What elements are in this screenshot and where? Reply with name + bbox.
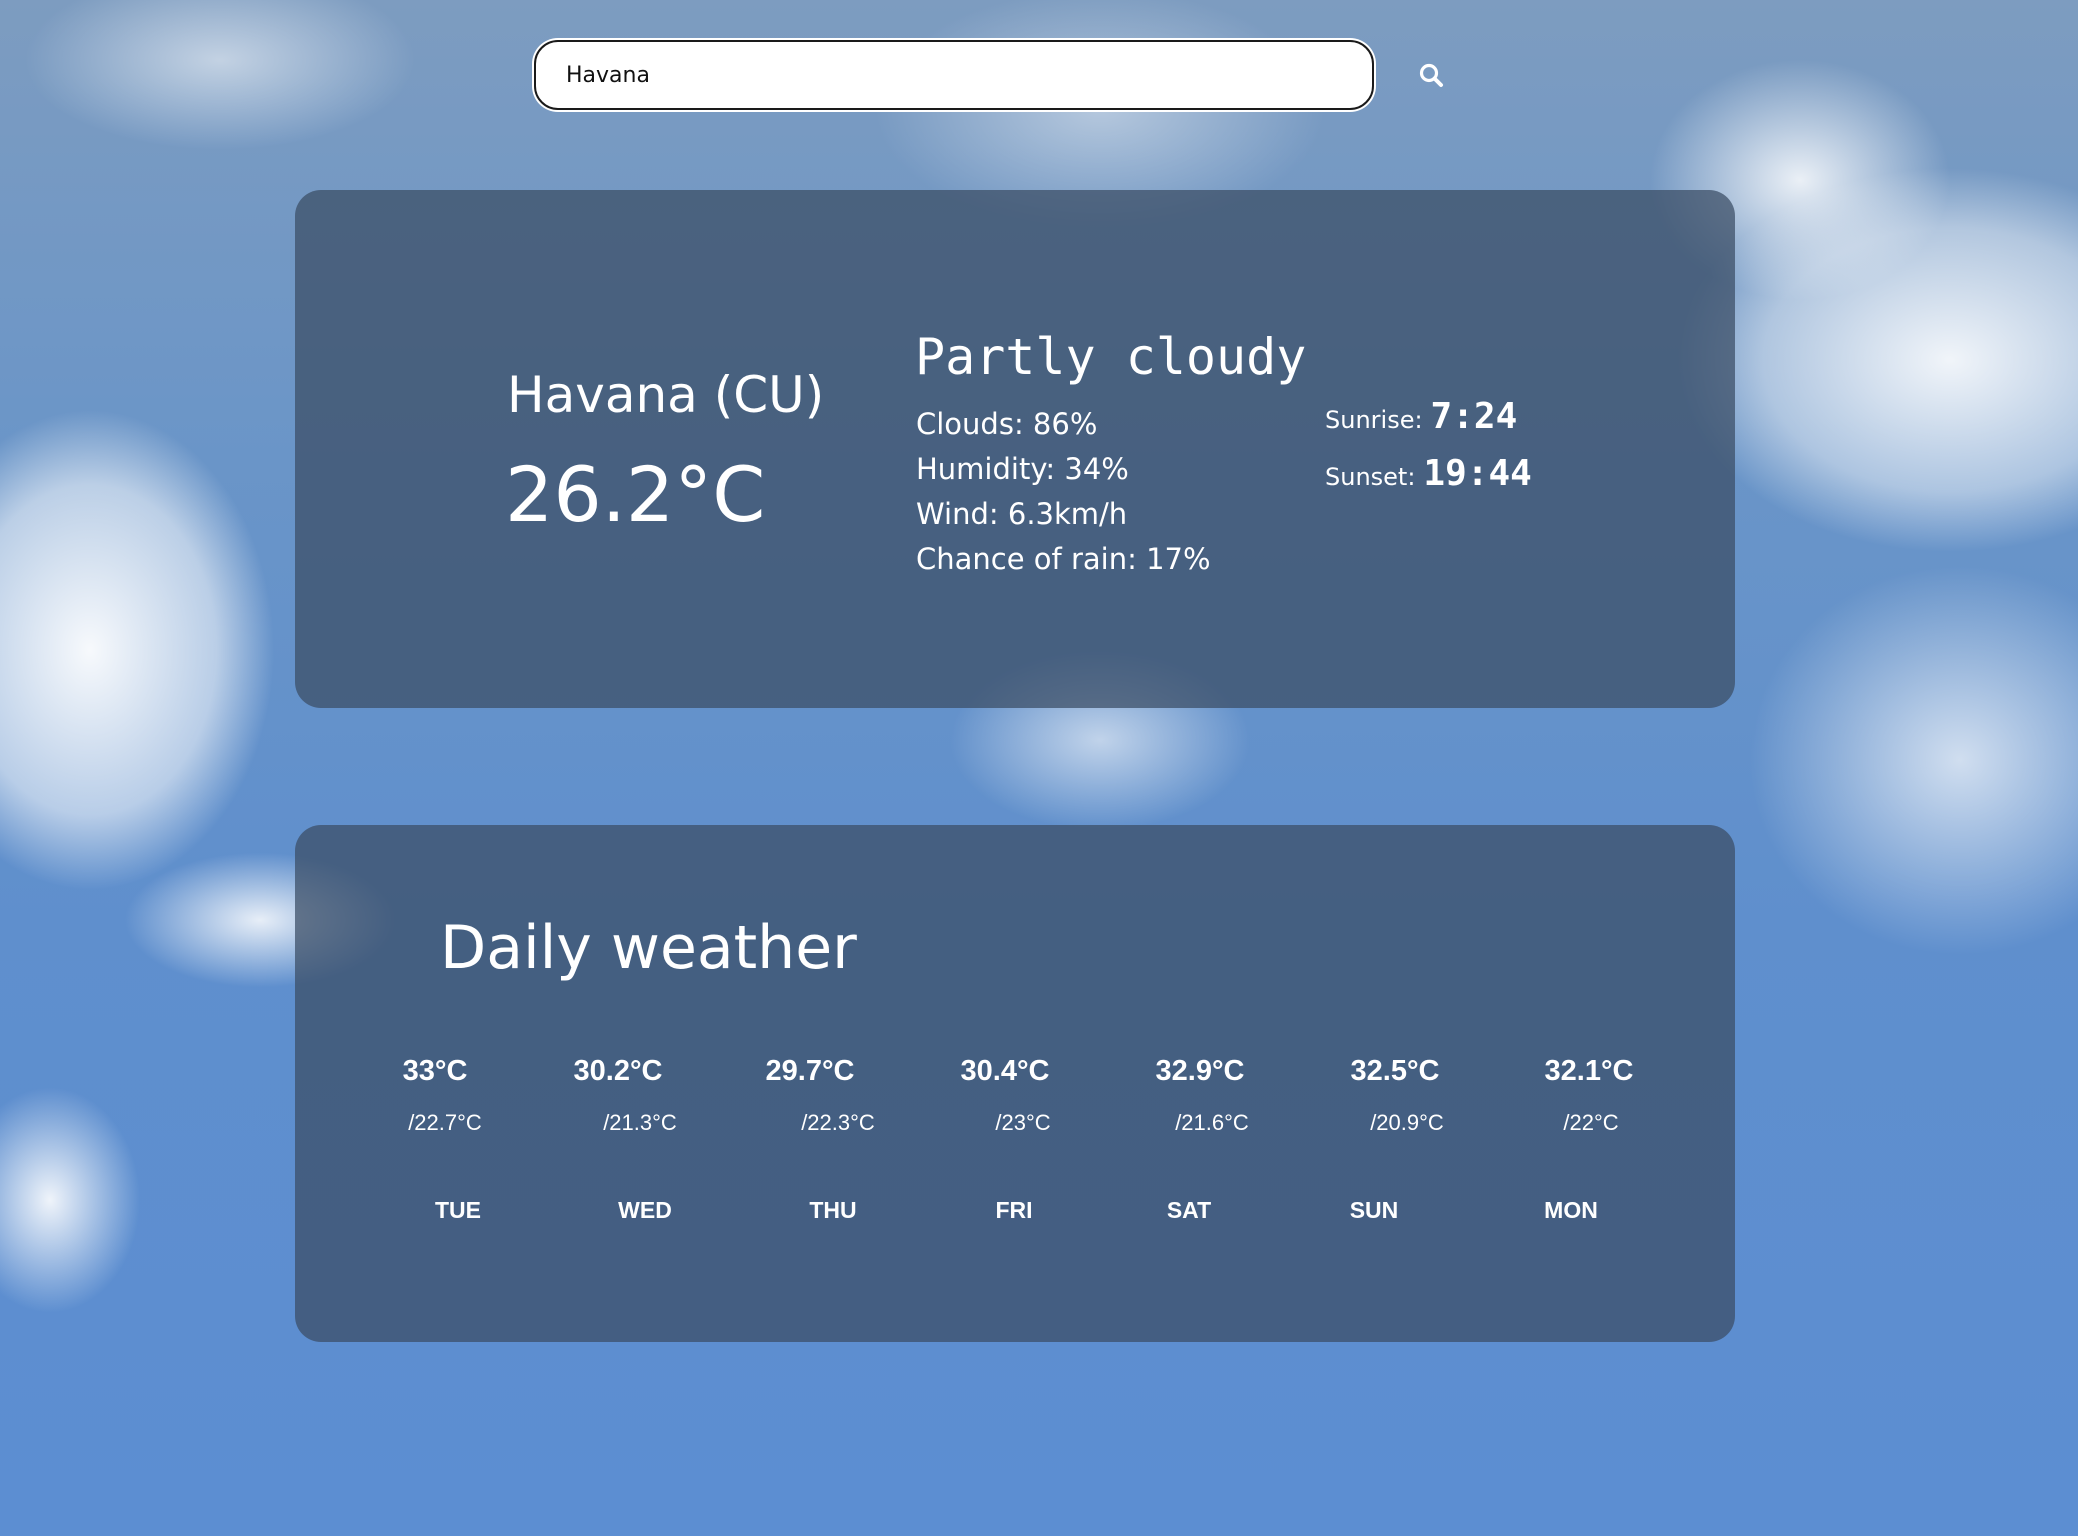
humidity-stat: Humidity: 34%: [916, 452, 1129, 486]
day-high-temp: 30.4°C: [960, 1055, 1050, 1087]
day-low-temp: /22.3°C: [801, 1110, 875, 1135]
wind-stat: Wind: 6.3km/h: [916, 497, 1128, 531]
day-name: TUE: [435, 1197, 481, 1223]
day-forecast-sat: 32.9°C /21.6°C SAT: [1120, 1055, 1280, 1275]
day-name: THU: [809, 1197, 857, 1223]
sunrise-row: Sunrise: 7:24: [1325, 396, 1532, 453]
day-name: MON: [1544, 1197, 1598, 1223]
day-forecast-mon: 32.1°C /22°C MON: [1509, 1055, 1669, 1275]
search-button[interactable]: [1413, 57, 1449, 93]
day-high-temp: 30.2°C: [573, 1055, 663, 1087]
day-low-temp: /22°C: [1563, 1110, 1619, 1135]
day-forecast-tue: 33°C /22.7°C TUE: [355, 1055, 515, 1275]
current-weather-card: Havana (CU) 26.2°C Partly cloudy Clouds:…: [295, 190, 1735, 708]
day-low-temp: /21.6°C: [1175, 1110, 1249, 1135]
day-forecast-thu: 29.7°C /22.3°C THU: [730, 1055, 890, 1275]
weather-condition: Partly cloudy: [915, 328, 1307, 386]
sunset-row: Sunset: 19:44: [1325, 453, 1532, 510]
sunrise-label: Sunrise:: [1325, 406, 1423, 434]
sunset-time: 19:44: [1423, 453, 1532, 494]
day-forecast-sun: 32.5°C /20.9°C SUN: [1315, 1055, 1475, 1275]
sun-times: Sunrise: 7:24 Sunset: 19:44: [1325, 396, 1532, 510]
clouds-stat: Clouds: 86%: [916, 407, 1098, 441]
weather-stats: Clouds: 86% Humidity: 34% Wind: 6.3km/h …: [916, 402, 1211, 582]
current-temperature: 26.2°C: [505, 450, 766, 539]
day-name: WED: [618, 1197, 672, 1223]
day-forecast-wed: 30.2°C /21.3°C WED: [535, 1055, 695, 1275]
day-high-temp: 32.9°C: [1155, 1055, 1245, 1087]
day-name: FRI: [995, 1197, 1033, 1223]
search-bar: [534, 40, 1443, 110]
day-high-temp: 29.7°C: [765, 1055, 855, 1087]
daily-forecast-list: 33°C /22.7°C TUE 30.2°C /21.3°C WED 29.7…: [295, 1055, 1735, 1275]
search-icon: [1419, 63, 1443, 87]
daily-weather-title: Daily weather: [440, 913, 857, 983]
day-forecast-fri: 30.4°C /23°C FRI: [925, 1055, 1085, 1275]
day-name: SUN: [1349, 1197, 1399, 1223]
day-low-temp: /20.9°C: [1370, 1110, 1444, 1135]
day-low-temp: /22.7°C: [408, 1110, 482, 1135]
city-name: Havana (CU): [507, 366, 825, 424]
search-input[interactable]: [534, 40, 1374, 110]
day-low-temp: /23°C: [995, 1110, 1051, 1135]
rain-chance-stat: Chance of rain: 17%: [916, 542, 1211, 576]
day-low-temp: /21.3°C: [603, 1110, 677, 1135]
daily-weather-card: Daily weather 33°C /22.7°C TUE 30.2°C /2…: [295, 825, 1735, 1342]
day-high-temp: 33°C: [402, 1055, 468, 1087]
sunset-label: Sunset:: [1325, 463, 1416, 491]
day-high-temp: 32.1°C: [1544, 1055, 1634, 1087]
day-high-temp: 32.5°C: [1350, 1055, 1440, 1087]
day-name: SAT: [1166, 1197, 1212, 1223]
sunrise-time: 7:24: [1430, 396, 1518, 437]
